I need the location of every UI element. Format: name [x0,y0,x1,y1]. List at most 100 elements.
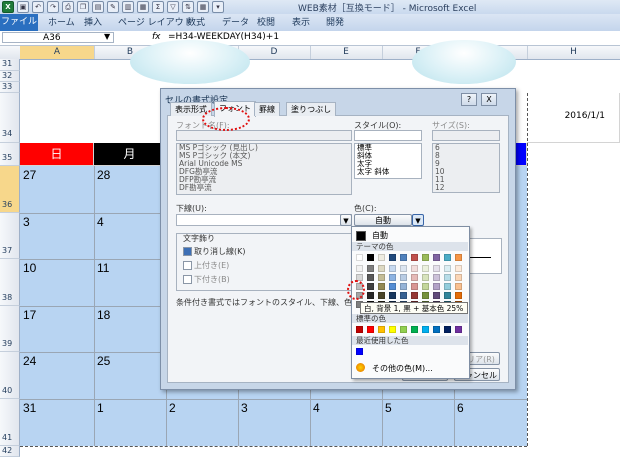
theme-color-swatch[interactable] [367,254,374,261]
undo-icon[interactable]: ↶ [32,1,44,13]
theme-color-swatch[interactable] [400,254,407,261]
filter-icon[interactable]: ▽ [167,1,179,13]
theme-shade-swatch[interactable] [422,292,429,299]
tab-view[interactable]: 表示 [292,16,310,30]
row-header-31[interactable]: 31 [0,59,20,71]
column-header-e[interactable]: E [310,46,383,59]
row-header-42[interactable]: 42 [0,446,20,457]
row-header-38[interactable]: 38 [0,259,20,306]
theme-shade-swatch[interactable] [411,265,418,272]
row-header-36[interactable]: 36 [0,166,20,213]
size-input[interactable] [432,130,500,141]
row-header-32[interactable]: 32 [0,71,20,82]
chevron-down-icon[interactable]: ▼ [412,214,424,226]
date-cell[interactable]: 1 [94,399,104,415]
list-item[interactable]: DF勘亭流 [177,184,351,192]
more-colors-option[interactable]: その他の色(M)... [372,363,433,374]
standard-color-swatch[interactable] [411,326,418,333]
date-cell[interactable]: 3 [20,213,30,229]
theme-shade-swatch[interactable] [433,283,440,290]
theme-shade-swatch[interactable] [400,283,407,290]
standard-color-swatch[interactable] [422,326,429,333]
style-list[interactable]: 標準 斜体 太字 太字 斜体 [354,143,422,179]
help-button[interactable]: ? [461,93,477,106]
row-header-34[interactable]: 34 [0,93,20,143]
checkbox-icon[interactable] [183,261,192,270]
theme-shade-swatch[interactable] [433,292,440,299]
theme-shade-swatch[interactable] [444,265,451,272]
date-cell[interactable]: 11 [94,259,109,275]
theme-shade-swatch[interactable] [455,265,462,272]
standard-color-swatch[interactable] [389,326,396,333]
date-cell[interactable]: 27 [20,166,36,182]
theme-shade-swatch[interactable] [367,274,374,281]
theme-color-swatch[interactable] [378,254,385,261]
name-box[interactable]: A36 [2,32,114,43]
chevron-down-icon[interactable]: ▼ [104,32,110,41]
font-name-input[interactable] [176,130,352,141]
row-header-40[interactable]: 40 [0,352,20,399]
theme-shade-swatch[interactable] [378,283,385,290]
date-cell[interactable]: 18 [94,306,110,322]
date-cell[interactable]: 10 [20,259,36,275]
chevron-down-icon[interactable]: ▼ [340,214,352,226]
theme-shade-swatch[interactable] [367,283,374,290]
theme-shade-swatch[interactable] [389,265,396,272]
theme-shade-swatch[interactable] [411,283,418,290]
theme-shade-swatch[interactable] [356,265,363,272]
format-icon[interactable]: ✎ [107,1,119,13]
tab-formulas[interactable]: 数式 [187,16,205,30]
theme-shade-swatch[interactable] [400,274,407,281]
row-header-41[interactable]: 41 [0,399,20,446]
row-header-39[interactable]: 39 [0,306,20,352]
theme-shade-swatch[interactable] [367,292,374,299]
underline-select[interactable] [176,214,352,226]
theme-shade-swatch[interactable] [378,265,385,272]
theme-shade-swatch[interactable] [422,274,429,281]
date-cell[interactable]: 4 [94,213,104,229]
checkbox-icon[interactable] [183,275,192,284]
size-list[interactable]: 6 8 9 10 11 12 [432,143,500,193]
theme-color-swatch[interactable] [433,254,440,261]
font-name-list[interactable]: MS Pゴシック (見出し) MS Pゴシック (本文) Arial Unico… [176,143,352,195]
tab-page-layout[interactable]: ページ レイアウト [118,16,193,30]
subscript-checkbox[interactable]: 下付き(B) [183,274,230,285]
grid-icon[interactable]: ▦ [197,1,209,13]
theme-shade-swatch[interactable] [389,274,396,281]
save-icon[interactable]: ▣ [17,1,29,13]
tab-insert[interactable]: 挿入 [84,16,102,30]
tab-fill[interactable]: 塗りつぶし [286,102,337,116]
standard-color-swatch[interactable] [455,326,462,333]
list-item[interactable]: 太字 斜体 [355,168,421,176]
table-icon[interactable]: ▦ [137,1,149,13]
date-cell[interactable]: 3 [238,399,248,415]
theme-shade-swatch[interactable] [378,274,385,281]
theme-shade-swatch[interactable] [433,265,440,272]
date-cell[interactable]: 28 [94,166,110,182]
tab-border[interactable]: 罫線 [254,102,280,116]
theme-shade-swatch[interactable] [389,292,396,299]
date-cell[interactable]: 31 [20,399,36,415]
checkbox-icon[interactable] [183,247,192,256]
tab-home[interactable]: ホーム [48,16,75,30]
theme-shade-swatch[interactable] [367,265,374,272]
column-header-a[interactable]: A [20,46,95,59]
theme-shade-swatch[interactable] [433,274,440,281]
theme-shade-swatch[interactable] [411,292,418,299]
cell-h34-date[interactable]: 2016/1/1 [527,93,620,143]
weekday-header-monday[interactable]: 月 [94,143,166,166]
standard-color-swatch[interactable] [444,326,451,333]
recent-color-swatch[interactable] [356,348,363,355]
column-header-h[interactable]: H [527,46,620,59]
date-cell[interactable]: 4 [310,399,320,415]
date-cell[interactable]: 24 [20,352,36,368]
automatic-color-swatch[interactable] [356,231,366,241]
standard-color-swatch[interactable] [367,326,374,333]
theme-color-swatch[interactable] [455,254,462,261]
row-header-35[interactable]: 35 [0,143,20,166]
print-icon[interactable]: ⎙ [62,1,74,13]
date-cell[interactable]: 2 [166,399,176,415]
more-icon[interactable]: ▾ [212,1,224,13]
theme-shade-swatch[interactable] [444,283,451,290]
standard-color-swatch[interactable] [356,326,363,333]
